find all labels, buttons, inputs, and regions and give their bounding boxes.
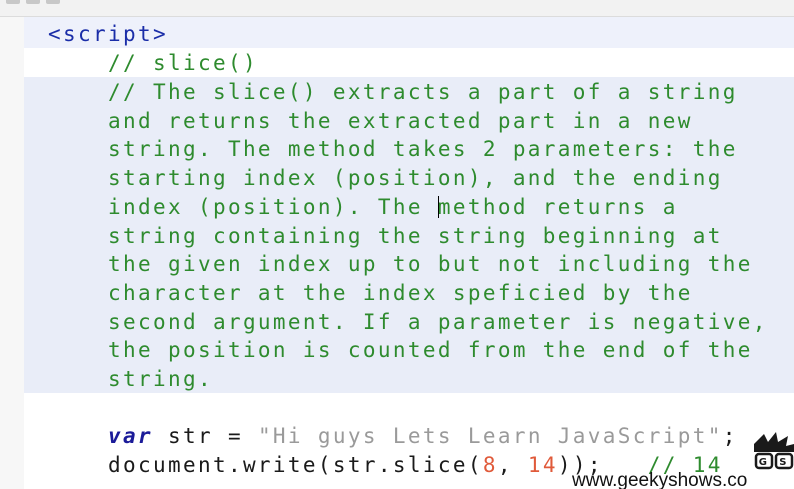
- slice-arg-start: 8: [482, 453, 498, 477]
- comment-line: the given index up to but not including …: [108, 252, 753, 277]
- comment-line: string.: [108, 367, 213, 391]
- var-keyword: var: [108, 424, 153, 448]
- semicolon: ;: [722, 424, 738, 448]
- svg-text:S: S: [779, 457, 789, 468]
- comment-line: // The slice() extracts a part of a stri…: [108, 80, 738, 104]
- comment-text: index (position). The: [108, 194, 438, 219]
- arg-separator: ,: [497, 453, 528, 477]
- geekyshows-logo-icon: G S: [754, 432, 794, 470]
- script-open-tag: <script>: [48, 22, 168, 46]
- var-declaration-line: var str = "Hi guys Lets Learn JavaScript…: [108, 422, 738, 451]
- code-editor[interactable]: <script> // slice() // The slice() extra…: [0, 0, 794, 489]
- comment-line: character at the index speficied by the: [108, 280, 693, 305]
- slice-arg-end: 14: [527, 453, 558, 477]
- editor-toolbar: [0, 0, 794, 17]
- comment-line-with-cursor: index (position). The method returns a: [108, 193, 678, 222]
- comment-line: string containing the string beginning a…: [108, 223, 723, 248]
- watermark-text: www.geekyshows.co: [572, 470, 748, 489]
- string-literal: "Hi guys Lets Learn JavaScript": [257, 424, 723, 448]
- var-name: str =: [152, 424, 258, 448]
- svg-text:G: G: [759, 457, 770, 468]
- comment-text: method returns a: [437, 194, 678, 219]
- comment-line: the position is counted from the end of …: [108, 338, 753, 363]
- comment-line: string. The method takes 2 parameters: t…: [108, 137, 738, 162]
- comment-line: second argument. If a parameter is negat…: [108, 309, 768, 334]
- comment-title: // slice(): [108, 51, 258, 75]
- comment-line: starting index (position), and the endin…: [108, 166, 723, 191]
- write-call: document.write(str.slice(: [108, 453, 483, 477]
- toolbar-icon[interactable]: [6, 0, 20, 4]
- toolbar-icon[interactable]: [26, 0, 40, 4]
- editor-gutter: [0, 17, 24, 489]
- comment-line: and returns the extracted part in a new: [108, 108, 693, 133]
- toolbar-icon[interactable]: [46, 0, 60, 4]
